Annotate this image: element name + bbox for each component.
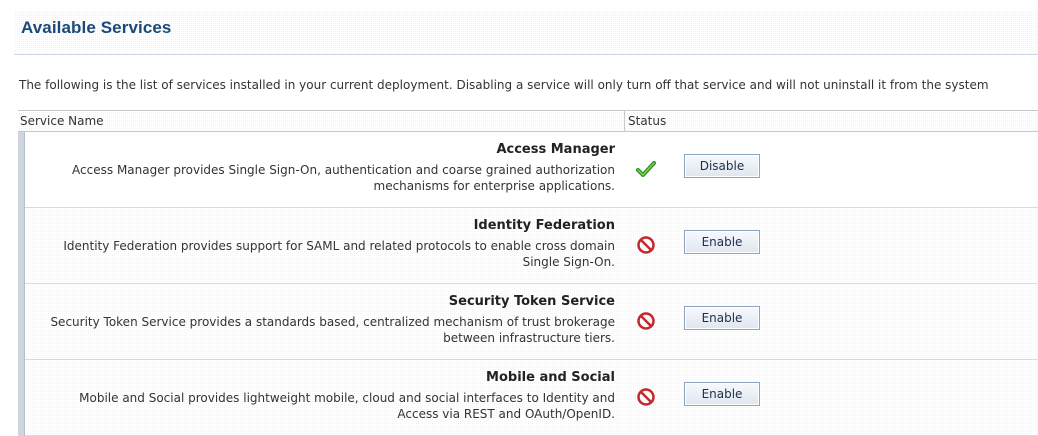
service-name-cell: Security Token Service Security Token Se… xyxy=(25,284,623,360)
service-name-cell: Access Manager Access Manager provides S… xyxy=(25,132,623,208)
intro-text: The following is the list of services in… xyxy=(19,78,989,92)
column-header-status: Status xyxy=(628,114,667,128)
status-cell: Enable xyxy=(624,284,1038,360)
services-table: Service Name Status Access Manager Acces… xyxy=(18,110,1038,436)
page-header: Available Services xyxy=(14,10,1038,55)
disabled-icon xyxy=(637,388,655,406)
service-name-cell: Mobile and Social Mobile and Social prov… xyxy=(25,360,623,436)
table-header: Service Name Status xyxy=(18,110,1038,132)
status-cell: Enable xyxy=(624,360,1038,436)
service-title: Security Token Service xyxy=(448,294,615,309)
service-description: Security Token Service provides a standa… xyxy=(50,315,615,345)
table-row: Mobile and Social Mobile and Social prov… xyxy=(18,360,1038,436)
column-divider xyxy=(624,111,625,131)
row-marker xyxy=(18,360,25,436)
enable-button[interactable]: Enable xyxy=(684,306,760,330)
service-title: Mobile and Social xyxy=(486,370,615,385)
column-header-service-name: Service Name xyxy=(20,114,104,128)
check-icon xyxy=(636,161,656,177)
row-marker xyxy=(18,284,25,360)
enable-button[interactable]: Enable xyxy=(684,230,760,254)
service-title: Access Manager xyxy=(496,142,615,157)
service-description: Access Manager provides Single Sign-On, … xyxy=(72,163,615,193)
enable-button[interactable]: Enable xyxy=(684,382,760,406)
table-row: Access Manager Access Manager provides S… xyxy=(18,132,1038,208)
status-cell: Disable xyxy=(624,132,1038,208)
row-marker xyxy=(18,208,25,284)
disable-button[interactable]: Disable xyxy=(684,154,760,178)
table-row: Security Token Service Security Token Se… xyxy=(18,284,1038,360)
page-title: Available Services xyxy=(21,18,172,37)
status-cell: Enable xyxy=(624,208,1038,284)
service-name-cell: Identity Federation Identity Federation … xyxy=(25,208,623,284)
table-row: Identity Federation Identity Federation … xyxy=(18,208,1038,284)
row-marker xyxy=(18,132,25,208)
service-description: Identity Federation provides support for… xyxy=(63,239,615,269)
service-description: Mobile and Social provides lightweight m… xyxy=(79,391,615,421)
disabled-icon xyxy=(637,312,655,330)
disabled-icon xyxy=(637,236,655,254)
service-title: Identity Federation xyxy=(473,218,615,233)
